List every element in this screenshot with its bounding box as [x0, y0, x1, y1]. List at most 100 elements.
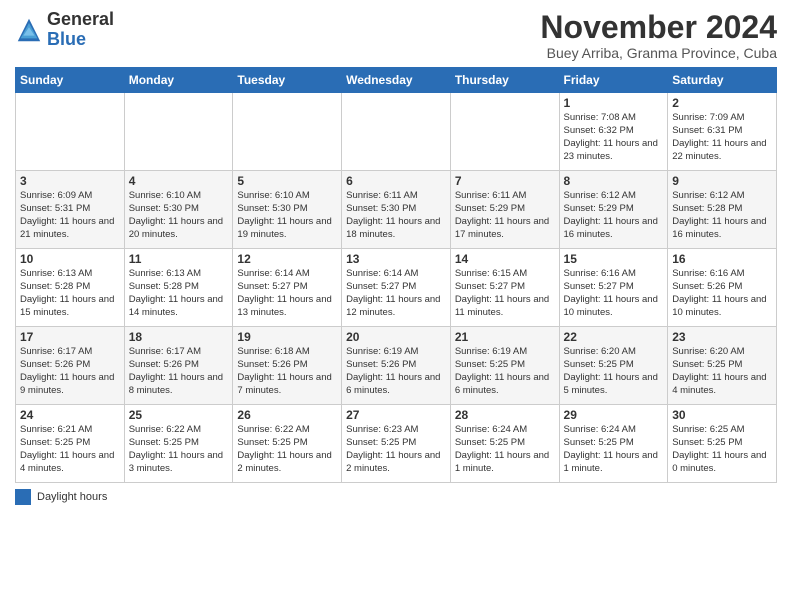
day-info: Sunrise: 6:18 AM Sunset: 5:26 PM Dayligh…: [237, 346, 337, 397]
day-info: Sunrise: 6:13 AM Sunset: 5:28 PM Dayligh…: [129, 268, 229, 319]
day-info: Sunrise: 6:11 AM Sunset: 5:30 PM Dayligh…: [346, 190, 446, 241]
day-number: 21: [455, 330, 555, 344]
day-number: 15: [564, 252, 664, 266]
day-info: Sunrise: 6:22 AM Sunset: 5:25 PM Dayligh…: [129, 424, 229, 475]
logo-text: General Blue: [47, 10, 114, 50]
day-cell: 28 Sunrise: 6:24 AM Sunset: 5:25 PM Dayli…: [450, 405, 559, 483]
day-number: 4: [129, 174, 229, 188]
day-info: Sunrise: 6:21 AM Sunset: 5:25 PM Dayligh…: [20, 424, 120, 475]
day-cell: 3 Sunrise: 6:09 AM Sunset: 5:31 PM Daylig…: [16, 171, 125, 249]
day-info: Sunrise: 6:16 AM Sunset: 5:26 PM Dayligh…: [672, 268, 772, 319]
day-number: 24: [20, 408, 120, 422]
day-number: 23: [672, 330, 772, 344]
week-row-1: 1 Sunrise: 7:08 AM Sunset: 6:32 PM Daylig…: [16, 93, 777, 171]
day-cell: 13 Sunrise: 6:14 AM Sunset: 5:27 PM Dayli…: [342, 249, 451, 327]
day-info: Sunrise: 6:24 AM Sunset: 5:25 PM Dayligh…: [564, 424, 664, 475]
day-cell: 17 Sunrise: 6:17 AM Sunset: 5:26 PM Dayli…: [16, 327, 125, 405]
day-info: Sunrise: 6:14 AM Sunset: 5:27 PM Dayligh…: [237, 268, 337, 319]
day-number: 9: [672, 174, 772, 188]
day-info: Sunrise: 6:11 AM Sunset: 5:29 PM Dayligh…: [455, 190, 555, 241]
day-cell: 9 Sunrise: 6:12 AM Sunset: 5:28 PM Daylig…: [668, 171, 777, 249]
day-info: Sunrise: 6:16 AM Sunset: 5:27 PM Dayligh…: [564, 268, 664, 319]
day-number: 12: [237, 252, 337, 266]
day-cell: 10Sunrise: 6:13 AM Sunset: 5:28 PM Dayli…: [16, 249, 125, 327]
day-info: Sunrise: 6:10 AM Sunset: 5:30 PM Dayligh…: [129, 190, 229, 241]
day-info: Sunrise: 6:09 AM Sunset: 5:31 PM Dayligh…: [20, 190, 120, 241]
day-cell: 14Sunrise: 6:15 AM Sunset: 5:27 PM Dayli…: [450, 249, 559, 327]
day-info: Sunrise: 6:13 AM Sunset: 5:28 PM Dayligh…: [20, 268, 120, 319]
day-cell: 18 Sunrise: 6:17 AM Sunset: 5:26 PM Dayli…: [124, 327, 233, 405]
day-cell: 16 Sunrise: 6:16 AM Sunset: 5:26 PM Dayli…: [668, 249, 777, 327]
footer: Daylight hours: [15, 489, 777, 505]
day-cell: 19Sunrise: 6:18 AM Sunset: 5:26 PM Dayli…: [233, 327, 342, 405]
day-info: Sunrise: 7:08 AM Sunset: 6:32 PM Dayligh…: [564, 112, 664, 163]
day-cell: 6 Sunrise: 6:11 AM Sunset: 5:30 PM Daylig…: [342, 171, 451, 249]
legend-color: [15, 489, 31, 505]
day-number: 6: [346, 174, 446, 188]
logo-icon: [15, 16, 43, 44]
day-info: Sunrise: 6:12 AM Sunset: 5:28 PM Dayligh…: [672, 190, 772, 241]
day-info: Sunrise: 6:17 AM Sunset: 5:26 PM Dayligh…: [129, 346, 229, 397]
month-title: November 2024: [540, 10, 777, 45]
day-number: 16: [672, 252, 772, 266]
day-number: 17: [20, 330, 120, 344]
day-number: 18: [129, 330, 229, 344]
week-row-2: 3 Sunrise: 6:09 AM Sunset: 5:31 PM Daylig…: [16, 171, 777, 249]
day-cell: 22Sunrise: 6:20 AM Sunset: 5:25 PM Dayli…: [559, 327, 668, 405]
day-cell: 1 Sunrise: 7:08 AM Sunset: 6:32 PM Daylig…: [559, 93, 668, 171]
header-row: SundayMondayTuesdayWednesdayThursdayFrid…: [16, 68, 777, 93]
week-row-5: 24 Sunrise: 6:21 AM Sunset: 5:25 PM Dayli…: [16, 405, 777, 483]
col-sunday: Sunday: [16, 68, 125, 93]
day-cell: 12 Sunrise: 6:14 AM Sunset: 5:27 PM Dayli…: [233, 249, 342, 327]
day-cell: 23Sunrise: 6:20 AM Sunset: 5:25 PM Dayli…: [668, 327, 777, 405]
day-number: 25: [129, 408, 229, 422]
day-number: 5: [237, 174, 337, 188]
day-cell: 26 Sunrise: 6:22 AM Sunset: 5:25 PM Dayli…: [233, 405, 342, 483]
col-monday: Monday: [124, 68, 233, 93]
col-friday: Friday: [559, 68, 668, 93]
week-row-3: 10Sunrise: 6:13 AM Sunset: 5:28 PM Dayli…: [16, 249, 777, 327]
day-info: Sunrise: 6:25 AM Sunset: 5:25 PM Dayligh…: [672, 424, 772, 475]
day-number: 20: [346, 330, 446, 344]
day-cell: 25 Sunrise: 6:22 AM Sunset: 5:25 PM Dayli…: [124, 405, 233, 483]
day-info: Sunrise: 6:14 AM Sunset: 5:27 PM Dayligh…: [346, 268, 446, 319]
day-cell: [124, 93, 233, 171]
calendar-header: SundayMondayTuesdayWednesdayThursdayFrid…: [16, 68, 777, 93]
day-number: 2: [672, 96, 772, 110]
day-info: Sunrise: 6:20 AM Sunset: 5:25 PM Dayligh…: [564, 346, 664, 397]
day-number: 3: [20, 174, 120, 188]
day-cell: 5Sunrise: 6:10 AM Sunset: 5:30 PM Daylig…: [233, 171, 342, 249]
day-info: Sunrise: 6:17 AM Sunset: 5:26 PM Dayligh…: [20, 346, 120, 397]
day-number: 11: [129, 252, 229, 266]
day-cell: 8Sunrise: 6:12 AM Sunset: 5:29 PM Daylig…: [559, 171, 668, 249]
day-info: Sunrise: 6:22 AM Sunset: 5:25 PM Dayligh…: [237, 424, 337, 475]
day-cell: 30Sunrise: 6:25 AM Sunset: 5:25 PM Dayli…: [668, 405, 777, 483]
day-cell: 20Sunrise: 6:19 AM Sunset: 5:26 PM Dayli…: [342, 327, 451, 405]
title-block: November 2024 Buey Arriba, Granma Provin…: [540, 10, 777, 61]
day-cell: 29 Sunrise: 6:24 AM Sunset: 5:25 PM Dayli…: [559, 405, 668, 483]
col-thursday: Thursday: [450, 68, 559, 93]
day-number: 29: [564, 408, 664, 422]
day-number: 14: [455, 252, 555, 266]
col-wednesday: Wednesday: [342, 68, 451, 93]
day-number: 13: [346, 252, 446, 266]
subtitle: Buey Arriba, Granma Province, Cuba: [540, 45, 777, 61]
day-cell: [233, 93, 342, 171]
day-cell: 21 Sunrise: 6:19 AM Sunset: 5:25 PM Dayli…: [450, 327, 559, 405]
calendar-table: SundayMondayTuesdayWednesdayThursdayFrid…: [15, 67, 777, 483]
header: General Blue November 2024 Buey Arriba, …: [15, 10, 777, 61]
day-cell: 15 Sunrise: 6:16 AM Sunset: 5:27 PM Dayli…: [559, 249, 668, 327]
day-cell: 27Sunrise: 6:23 AM Sunset: 5:25 PM Dayli…: [342, 405, 451, 483]
day-number: 28: [455, 408, 555, 422]
day-cell: 7Sunrise: 6:11 AM Sunset: 5:29 PM Daylig…: [450, 171, 559, 249]
day-info: Sunrise: 6:19 AM Sunset: 5:25 PM Dayligh…: [455, 346, 555, 397]
day-info: Sunrise: 7:09 AM Sunset: 6:31 PM Dayligh…: [672, 112, 772, 163]
day-number: 26: [237, 408, 337, 422]
day-number: 1: [564, 96, 664, 110]
day-cell: 2 Sunrise: 7:09 AM Sunset: 6:31 PM Daylig…: [668, 93, 777, 171]
day-cell: 11 Sunrise: 6:13 AM Sunset: 5:28 PM Dayli…: [124, 249, 233, 327]
day-info: Sunrise: 6:24 AM Sunset: 5:25 PM Dayligh…: [455, 424, 555, 475]
week-row-4: 17 Sunrise: 6:17 AM Sunset: 5:26 PM Dayli…: [16, 327, 777, 405]
day-cell: [342, 93, 451, 171]
logo-general: General: [47, 9, 114, 29]
